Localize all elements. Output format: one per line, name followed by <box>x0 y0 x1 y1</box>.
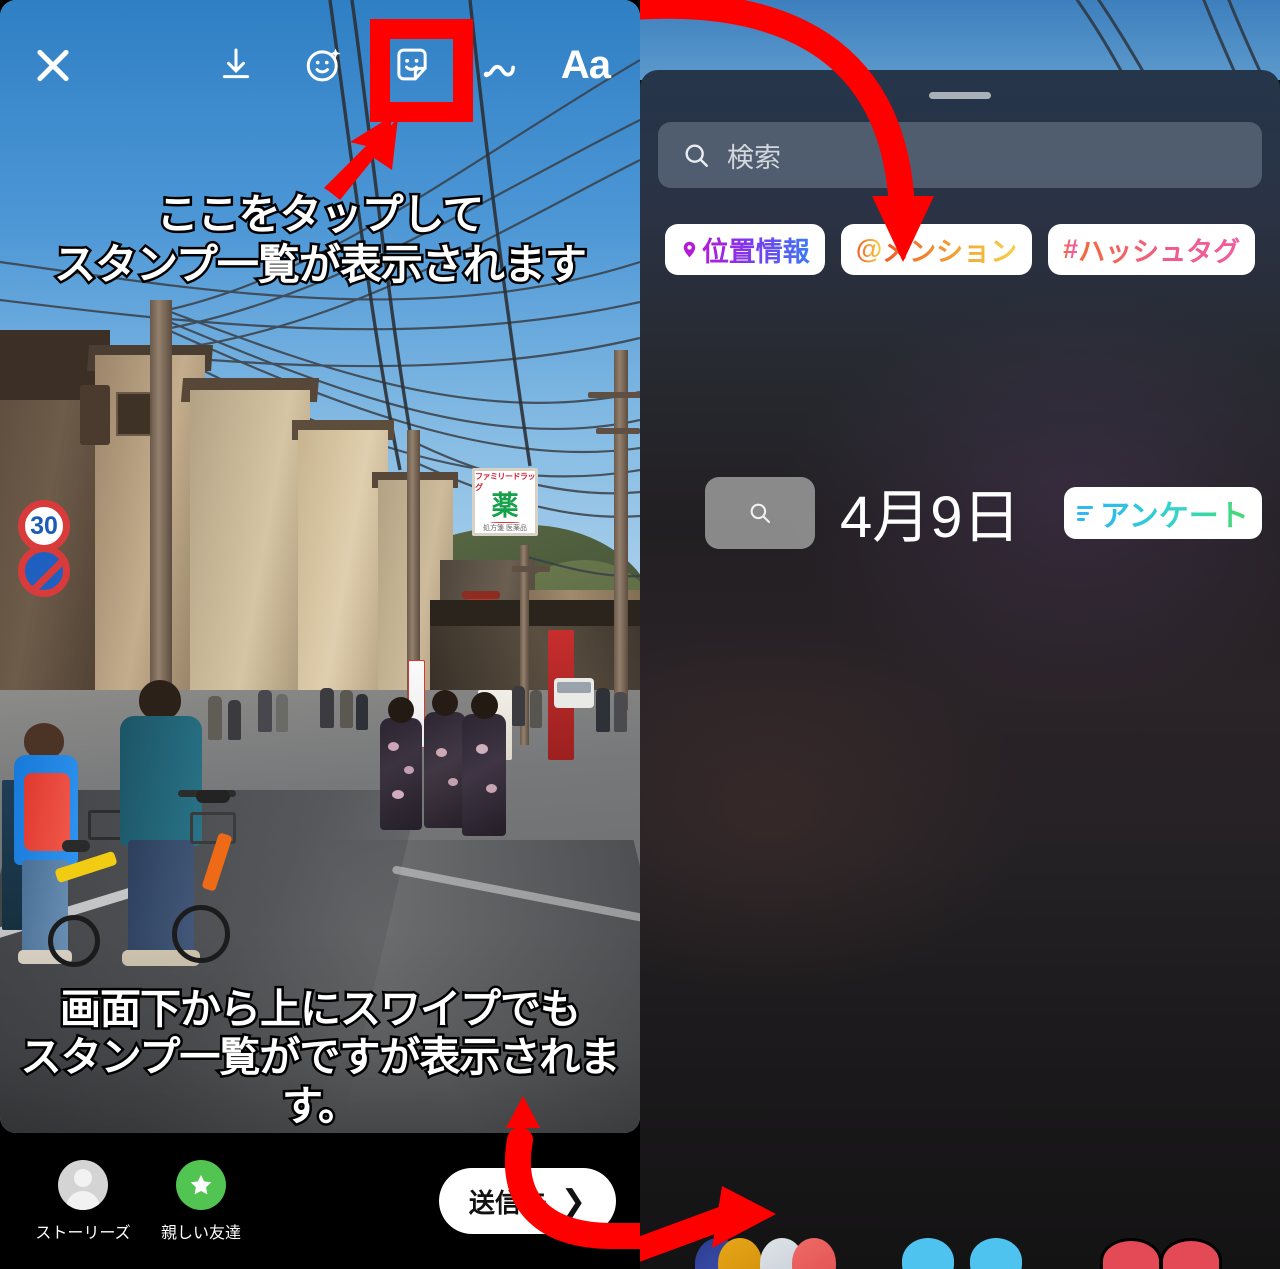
pedestrian <box>356 694 368 730</box>
pedestrian <box>320 688 334 728</box>
cyclist-2-head <box>139 680 181 720</box>
annotation-top: ここをタップして スタンプ一覧が表示されます <box>0 189 640 291</box>
search-icon <box>682 141 711 170</box>
sticker-chip-row: 位置情報 @ メンション # ハッシュタグ <box>640 224 1280 275</box>
pedestrian <box>208 696 222 740</box>
pedestrian <box>530 690 542 728</box>
yellow-bike-seat <box>62 840 90 852</box>
kimono-pattern <box>388 742 399 751</box>
poll-bars-icon <box>1077 505 1093 521</box>
screenshot-root: 30 ファミリードラッグ 薬 処方箋 医薬品 Aa ここをタップして スタンプ一… <box>0 0 1280 1269</box>
pedestrian <box>258 690 272 732</box>
audience-close-friends-label: 親しい友達 <box>160 1224 241 1242</box>
hanging-shop-sign <box>80 385 110 445</box>
annotation-bottom: 画面下から上にスワイプでも スタンプ一覧がですが表示されます。 <box>0 983 640 1131</box>
draw-icon[interactable] <box>473 38 527 92</box>
poll-sticker-label: アンケート <box>1100 491 1249 535</box>
audience-stories[interactable]: ストーリーズ <box>24 1159 142 1243</box>
story-editor-toolbar: Aa <box>0 0 640 130</box>
kimono-walker-3-head <box>471 692 498 719</box>
yellow-bike-wheel <box>48 915 100 967</box>
story-audience-bar: ストーリーズ 親しい友達 送信先 ❯ <box>0 1133 640 1269</box>
sticker-search-placeholder: 検索 <box>727 142 781 173</box>
download-icon[interactable] <box>209 38 263 92</box>
poll-sticker[interactable]: アンケート <box>1064 487 1262 539</box>
pharmacy-sign-top: ファミリードラッグ <box>475 472 536 492</box>
pedestrian <box>596 688 610 732</box>
annotation-top-line1: ここをタップして <box>154 189 487 241</box>
kimono-pattern <box>436 748 447 757</box>
kimono-walker-2-head <box>432 690 458 716</box>
bottom-sticker-row <box>640 1238 1280 1269</box>
hashtag-chip-label: ハッシュタグ <box>1078 230 1240 269</box>
pharmacy-sign-main: 薬 <box>491 491 519 521</box>
kimono-pattern <box>486 784 497 793</box>
green-star-icon <box>176 1159 226 1210</box>
heart-sticker[interactable] <box>1100 1238 1162 1269</box>
cyclist-1-backpack <box>24 773 70 851</box>
person-avatar-icon <box>58 1159 108 1210</box>
mention-chip-prefix: @ <box>855 234 883 264</box>
hashtag-chip[interactable]: # ハッシュタグ <box>1048 224 1256 275</box>
location-chip[interactable]: 位置情報 <box>664 224 825 275</box>
pole-crossarm-3 <box>512 566 550 572</box>
butterfly-sticker[interactable] <box>902 1238 954 1269</box>
orange-bike-wheel <box>172 905 230 963</box>
sticker-tray-screen: 検索 位置情報 @ メンション # ハッシュタグ 4月9日 アンケート <box>640 0 1280 1269</box>
kimono-walker-2 <box>424 712 466 828</box>
text-tool-icon[interactable]: Aa <box>561 43 611 88</box>
mention-chip[interactable]: @ メンション <box>840 224 1033 275</box>
instagram-story-editor-screen: 30 ファミリードラッグ 薬 処方箋 医薬品 Aa ここをタップして スタンプ一… <box>0 0 640 1269</box>
kimono-pattern <box>392 790 404 799</box>
annotation-bottom-line1: 画面下から上にスワイプでも <box>58 983 584 1034</box>
chevron-right-icon: ❯ <box>560 1184 586 1218</box>
toolbar-tools: Aa <box>209 38 611 92</box>
sticker-face-icon[interactable] <box>385 38 439 92</box>
pharmacy-sign-bottom: 処方箋 医薬品 <box>483 525 527 532</box>
pole-crossarm-1 <box>588 392 640 398</box>
story-photo-preview[interactable]: 30 ファミリードラッグ 薬 処方箋 医薬品 <box>0 0 640 1133</box>
pedestrian <box>276 694 288 732</box>
send-to-button[interactable]: 送信先 ❯ <box>438 1168 616 1234</box>
photo-peek-wires <box>1075 0 1266 80</box>
close-icon[interactable] <box>30 42 76 88</box>
orange-bike-seat <box>196 790 230 803</box>
audience-close-friends[interactable]: 親しい友達 <box>142 1159 260 1243</box>
location-chip-label: 位置情報 <box>702 230 810 269</box>
hashtag-chip-prefix: # <box>1063 234 1079 264</box>
search-square-sticker[interactable] <box>705 477 815 549</box>
pedestrian <box>340 690 353 728</box>
effects-face-icon[interactable] <box>297 38 351 92</box>
butterfly-sticker[interactable] <box>970 1238 1022 1269</box>
white-van <box>554 678 594 708</box>
pedestrian <box>228 700 241 740</box>
lantern-box <box>116 392 152 436</box>
date-sticker[interactable]: 4月9日 <box>840 470 1021 554</box>
pharmacy-sign: ファミリードラッグ 薬 処方箋 医薬品 <box>472 468 538 536</box>
kimono-walker-3 <box>462 714 506 836</box>
annotation-bottom-line2: スタンプ一覧がですが表示されます。 <box>18 1032 623 1131</box>
sheet-grip-handle[interactable] <box>929 92 991 99</box>
mention-chip-label: メンション <box>882 230 1017 269</box>
annotation-top-line2: スタンプ一覧が表示されます <box>52 238 590 290</box>
send-to-label: 送信先 <box>468 1187 547 1218</box>
kimono-walker-1-head <box>388 697 414 723</box>
pedestrian <box>614 692 627 732</box>
egg-sticker[interactable] <box>792 1238 836 1269</box>
shop-awning <box>430 600 640 626</box>
no-parking-sign <box>18 545 70 597</box>
pole-crossarm-2 <box>596 428 640 434</box>
cyclist-1-head <box>24 723 64 759</box>
kimono-pattern <box>476 744 488 754</box>
pin-icon <box>680 237 699 262</box>
audience-stories-label: ストーリーズ <box>35 1224 131 1242</box>
pedestrian <box>512 686 525 726</box>
kimono-walker-1 <box>380 718 422 830</box>
heart-sticker[interactable] <box>1160 1238 1222 1269</box>
kimono-pattern <box>448 778 458 786</box>
kimono-pattern <box>404 766 414 774</box>
photo-peek-strip <box>640 0 1280 80</box>
utility-pole-4 <box>614 350 628 710</box>
sticker-search-input[interactable]: 検索 <box>658 122 1262 188</box>
